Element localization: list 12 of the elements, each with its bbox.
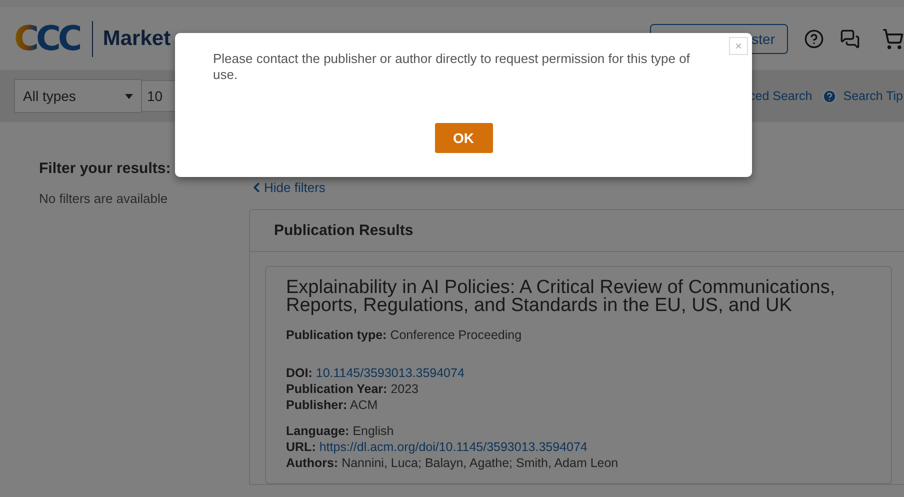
publication-field: Authors: Nannini, Luca; Balayn, Agathe; Smith, Adam Leon xyxy=(286,455,871,471)
marketplace-title: Market xyxy=(102,26,171,50)
no-filters-text: No filters are available xyxy=(39,191,169,206)
publication-field: Publisher: ACM xyxy=(286,397,871,413)
filter-heading: Filter your results: xyxy=(39,160,172,177)
publication-field: Publication type: Conference Proceeding xyxy=(286,327,871,343)
dialog-message: Please contact the publisher or author directly to request permission for this type of use. xyxy=(213,51,691,83)
publication-field: Publication Year: 2023 xyxy=(286,381,871,397)
publication-field: URL: https://dl.acm.org/doi/10.1145/3593013.3594074 xyxy=(286,439,871,455)
publication-field: DOI: 10.1145/3593013.3594074 xyxy=(286,365,871,381)
results-heading: Publication Results xyxy=(250,210,904,252)
publication-field: Language: English xyxy=(286,423,871,439)
